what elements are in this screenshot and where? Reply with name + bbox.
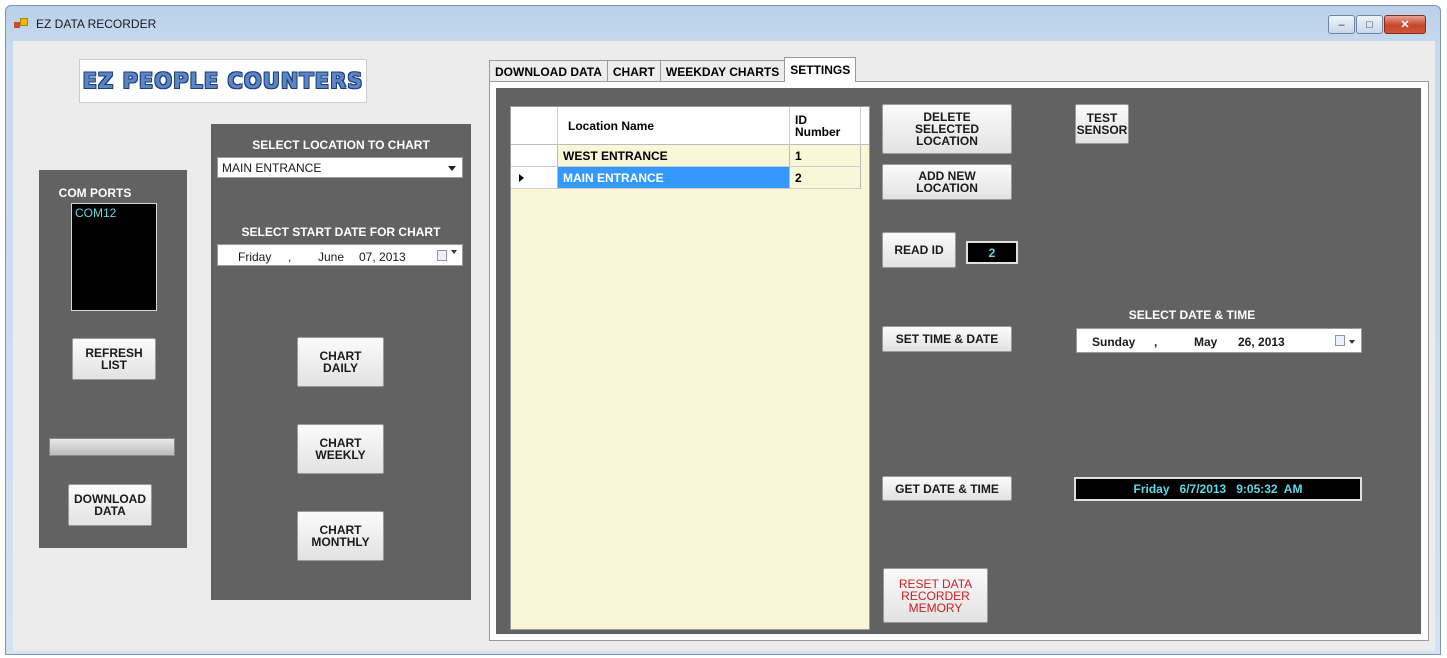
chart-monthly-button[interactable]: CHART MONTHLY	[297, 511, 384, 561]
minimize-button[interactable]: ‒	[1328, 15, 1355, 34]
location-name-cell[interactable]: MAIN ENTRANCE	[558, 167, 790, 189]
get-date-time-button[interactable]: GET DATE & TIME	[882, 476, 1012, 501]
set-date-month: May	[1194, 335, 1218, 349]
select-location-title: SELECT LOCATION TO CHART	[252, 138, 430, 152]
read-id-display: 2	[966, 241, 1018, 264]
maximize-button[interactable]: □	[1356, 15, 1383, 34]
title-bar[interactable]: EZ DATA RECORDER ‒ □ ✕	[6, 6, 1440, 36]
tab-strip: DOWNLOAD DATA CHART WEEKDAY CHARTS SETTI…	[489, 57, 857, 82]
com-port-item[interactable]: COM12	[75, 206, 153, 220]
location-id-cell[interactable]: 1	[790, 145, 861, 167]
location-id-cell[interactable]: 2	[790, 167, 861, 189]
start-date-day-year: 07, 2013	[359, 250, 406, 264]
app-window: EZ DATA RECORDER ‒ □ ✕ EZ PEOPLE COUNTER…	[5, 5, 1441, 655]
current-date-time-display: Friday 6/7/2013 9:05:32 AM	[1074, 477, 1362, 501]
refresh-list-button[interactable]: REFRESH LIST	[72, 338, 156, 380]
logo-text: EZ PEOPLE COUNTERS	[82, 69, 364, 93]
calendar-icon[interactable]	[437, 250, 447, 261]
add-location-button[interactable]: ADD NEW LOCATION	[882, 164, 1012, 200]
select-date-time-title: SELECT DATE & TIME	[1128, 308, 1256, 322]
location-name-cell[interactable]: WEST ENTRANCE	[558, 145, 790, 167]
set-time-date-button[interactable]: SET TIME & DATE	[882, 326, 1012, 352]
download-progress-bar	[49, 438, 175, 456]
locations-grid[interactable]: Location Name ID Number WEST ENTRANCE 1 …	[510, 106, 870, 630]
tab-download-data[interactable]: DOWNLOAD DATA	[489, 60, 608, 82]
row-header[interactable]	[511, 145, 558, 167]
set-date-sep: ,	[1154, 335, 1158, 349]
window-title: EZ DATA RECORDER	[36, 17, 157, 31]
select-start-date-title: SELECT START DATE FOR CHART	[241, 225, 441, 239]
start-date-sep: ,	[288, 250, 292, 264]
chart-weekly-button[interactable]: CHART WEEKLY	[297, 424, 384, 474]
set-date-picker[interactable]: Sunday , May 26, 2013	[1076, 328, 1362, 353]
settings-content: Location Name ID Number WEST ENTRANCE 1 …	[496, 88, 1421, 634]
start-date-picker[interactable]: Friday , June 07, 2013	[217, 244, 463, 266]
grid-header: Location Name ID Number	[511, 107, 869, 145]
start-date-month: June	[318, 250, 345, 264]
tab-chart[interactable]: CHART	[606, 60, 661, 82]
tab-weekday-charts[interactable]: WEEKDAY CHARTS	[659, 60, 786, 82]
chevron-down-icon[interactable]	[1349, 340, 1355, 344]
location-select[interactable]: MAIN ENTRANCE	[217, 157, 463, 178]
download-data-button[interactable]: DOWNLOAD DATA	[68, 484, 152, 526]
calendar-icon[interactable]	[1335, 335, 1345, 346]
chevron-down-icon	[448, 166, 456, 171]
client-area: EZ PEOPLE COUNTERS COM PORTS COM12 REFRE…	[13, 41, 1435, 651]
reset-memory-button[interactable]: RESET DATA RECORDER MEMORY	[883, 568, 988, 623]
location-select-value: MAIN ENTRANCE	[222, 161, 322, 175]
column-location-name[interactable]: Location Name	[558, 107, 790, 145]
settings-tab-panel: Location Name ID Number WEST ENTRANCE 1 …	[489, 81, 1429, 641]
chevron-down-icon[interactable]	[451, 250, 457, 254]
grid-corner	[511, 107, 558, 145]
logo: EZ PEOPLE COUNTERS	[79, 59, 367, 103]
app-icon	[14, 18, 28, 30]
current-row-icon	[519, 174, 524, 182]
com-ports-title: COM PORTS	[58, 186, 132, 200]
tab-settings[interactable]: SETTINGS	[784, 57, 857, 82]
com-ports-list[interactable]: COM12	[71, 203, 157, 311]
chart-daily-button[interactable]: CHART DAILY	[297, 337, 384, 387]
table-row[interactable]: WEST ENTRANCE 1	[511, 145, 861, 167]
delete-location-button[interactable]: DELETE SELECTED LOCATION	[882, 104, 1012, 154]
test-sensor-button[interactable]: TEST SENSOR	[1075, 104, 1129, 144]
com-ports-panel: COM PORTS COM12 REFRESH LIST DOWNLOAD DA…	[39, 170, 187, 548]
row-header[interactable]	[511, 167, 558, 189]
start-date-weekday: Friday	[238, 250, 272, 264]
chart-panel: SELECT LOCATION TO CHART MAIN ENTRANCE S…	[211, 124, 471, 600]
close-button[interactable]: ✕	[1384, 15, 1426, 34]
set-date-day-year: 26, 2013	[1238, 335, 1285, 349]
read-id-button[interactable]: READ ID	[882, 232, 956, 268]
table-row[interactable]: MAIN ENTRANCE 2	[511, 167, 861, 189]
column-id-number[interactable]: ID Number	[790, 107, 861, 145]
set-date-weekday: Sunday	[1092, 335, 1136, 349]
